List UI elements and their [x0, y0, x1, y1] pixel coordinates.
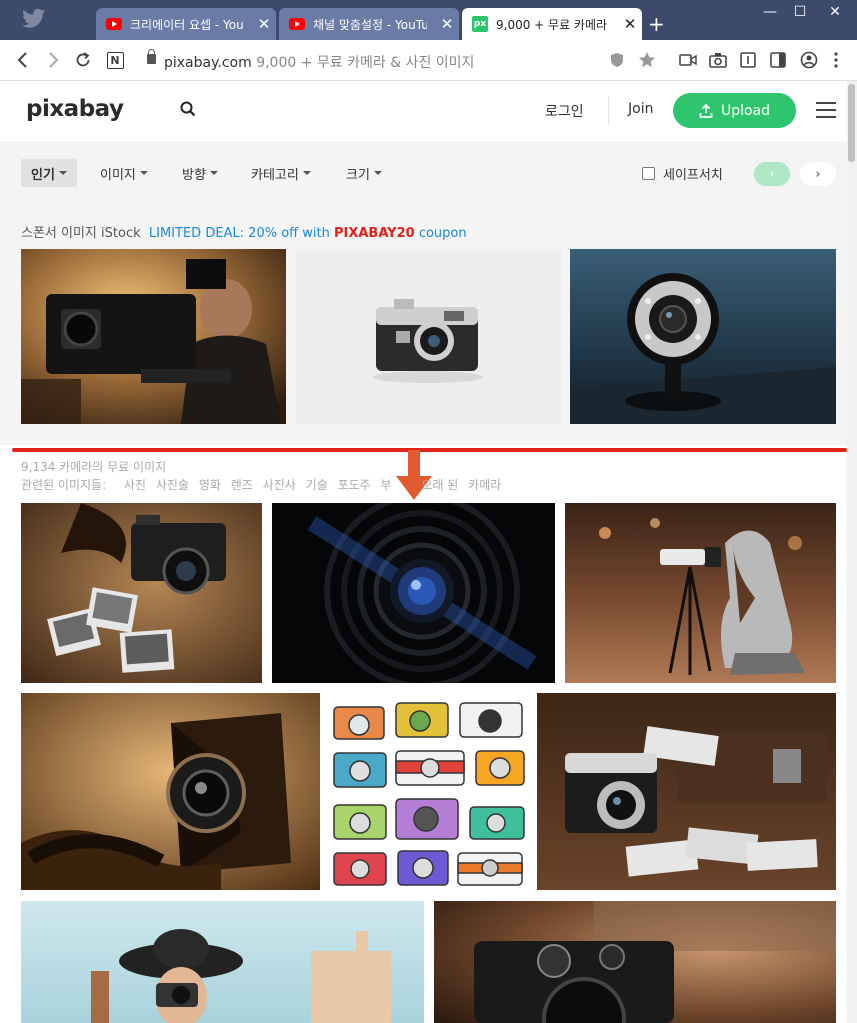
tab-title: 채널 맞춤설정 - YouTube	[313, 17, 427, 32]
related-tag[interactable]: 사진사	[263, 478, 296, 492]
related-tag[interactable]: 렌즈	[231, 478, 253, 492]
youtube-icon	[106, 18, 122, 30]
tab-creator-joseph[interactable]: 크리에이터 요셉 - YouTube ✕	[96, 8, 276, 40]
tab-title: 9,000 + 무료 카메라 & 사진 이미지	[496, 17, 610, 32]
image-girl-with-camera-tripod[interactable]	[565, 503, 836, 683]
lock-icon	[147, 49, 156, 64]
sponsor-line: 스폰서 이미지 iStock LIMITED DEAL: 20% off wit…	[21, 222, 467, 241]
join-link[interactable]: Join	[628, 101, 653, 117]
sponsor-section: 스폰서 이미지 iStock LIMITED DEAL: 20% off wit…	[0, 207, 847, 445]
sponsor-image-retro-camera[interactable]	[296, 249, 561, 424]
video-camera-icon[interactable]	[678, 50, 698, 70]
pixabay-icon: px	[472, 16, 488, 32]
search-icon[interactable]	[180, 101, 196, 117]
close-icon[interactable]: ✕	[435, 15, 459, 33]
related-tag[interactable]: 오래 된	[421, 478, 458, 492]
tab-title: 크리에이터 요셉 - YouTube	[130, 17, 244, 32]
filter-orientation[interactable]: 방향	[172, 159, 228, 187]
safe-search-checkbox[interactable]	[642, 167, 655, 180]
account-icon[interactable]	[799, 50, 819, 70]
twitter-bird-icon	[22, 9, 45, 28]
filter-size[interactable]: 크기	[336, 159, 392, 187]
image-vintage-camera-photos[interactable]	[21, 503, 262, 683]
tab-channel-customize[interactable]: 채널 맞춤설정 - YouTube ✕	[279, 8, 459, 40]
maximize-icon[interactable]: ☐	[785, 4, 815, 20]
deal-link[interactable]: LIMITED DEAL: 20% off with PIXABAY20 cou…	[149, 226, 467, 241]
filter-category[interactable]: 카테고리	[241, 159, 321, 187]
close-icon[interactable]: ✕	[618, 15, 642, 33]
upload-button[interactable]: Upload	[673, 93, 796, 128]
forward-icon[interactable]	[42, 49, 64, 71]
image-camera-dark-closeup[interactable]	[434, 901, 836, 1023]
more-menu-icon[interactable]	[826, 50, 846, 70]
image-woman-with-hat-camera[interactable]	[21, 901, 424, 1023]
site-header: pixabay 로그인 Join Upload	[0, 81, 847, 141]
chevron-down-icon	[373, 171, 382, 175]
image-camera-lens-closeup[interactable]	[272, 503, 555, 683]
chevron-down-icon	[302, 171, 311, 175]
upload-label: Upload	[720, 102, 771, 119]
filter-bar: 인기 이미지 방향 카테고리 크기 세이프서치 ‹ ›	[0, 141, 847, 207]
coupon-code: PIXABAY20	[333, 226, 415, 241]
prev-page-button[interactable]: ‹	[754, 162, 790, 186]
chevron-down-icon	[58, 171, 67, 175]
new-tab-plus-icon[interactable]: +	[648, 12, 665, 36]
browser-tab-bar: 크리에이터 요셉 - YouTube ✕ 채널 맞춤설정 - YouTube ✕…	[0, 0, 857, 40]
related-tag[interactable]: 영화	[199, 478, 221, 492]
sidebar-icon[interactable]	[768, 50, 788, 70]
filter-image-type[interactable]: 이미지	[90, 159, 158, 187]
image-antique-folding-camera[interactable]	[21, 693, 320, 890]
sponsor-label: 스폰서 이미지 iStock	[21, 226, 141, 241]
sponsor-image-cinema-camera[interactable]	[21, 249, 286, 424]
reload-icon[interactable]	[72, 49, 94, 71]
reader-icon[interactable]	[738, 50, 758, 70]
related-tags: 관련된 이미지들: 사진 사진술 영화 렌즈 사진사 기술 포도주 부 오래 된…	[21, 476, 507, 493]
youtube-icon	[289, 18, 305, 30]
next-page-button[interactable]: ›	[800, 162, 836, 186]
hamburger-menu-icon[interactable]	[816, 102, 836, 118]
safe-search-toggle[interactable]: 세이프서치	[642, 164, 723, 183]
related-tag[interactable]: 부	[381, 478, 392, 492]
image-colorful-camera-icons[interactable]	[330, 693, 527, 890]
chevron-down-icon	[209, 171, 218, 175]
upload-icon	[699, 103, 713, 118]
pixabay-logo[interactable]: pixabay	[26, 96, 124, 122]
camera-icon[interactable]	[708, 50, 728, 70]
close-icon[interactable]: ✕	[252, 15, 276, 33]
scrollbar-track[interactable]	[847, 81, 857, 1023]
naver-icon[interactable]: N	[104, 49, 126, 71]
url-field[interactable]: pixabay.com 9,000 + 무료 카메라 & 사진 이미지	[164, 52, 474, 72]
minimize-icon[interactable]: —	[755, 4, 785, 20]
shield-icon[interactable]	[607, 50, 627, 70]
related-tag[interactable]: 사진술	[156, 478, 189, 492]
image-camera-with-old-photos[interactable]	[537, 693, 836, 890]
chevron-down-icon	[139, 171, 148, 175]
related-tag[interactable]: 포도주	[338, 478, 371, 492]
login-link[interactable]: 로그인	[545, 101, 584, 121]
related-label: 관련된 이미지들:	[21, 478, 107, 492]
filter-popular[interactable]: 인기	[21, 159, 77, 187]
related-tag[interactable]: 사진	[124, 478, 146, 492]
scrollbar-thumb[interactable]	[848, 84, 855, 162]
window-close-icon[interactable]: ✕	[820, 4, 850, 20]
related-tag[interactable]: 기술	[306, 478, 328, 492]
header-divider	[608, 96, 609, 124]
result-count: 9,134 카메라의 무료 이미지	[21, 460, 167, 474]
sponsor-image-webcam[interactable]	[570, 249, 836, 424]
address-bar: N pixabay.com 9,000 + 무료 카메라 & 사진 이미지	[0, 40, 857, 81]
related-tag[interactable]: 카메라	[468, 478, 501, 492]
star-icon[interactable]	[637, 50, 657, 70]
tab-pixabay-active[interactable]: px 9,000 + 무료 카메라 & 사진 이미지 ✕	[462, 8, 642, 40]
back-icon[interactable]	[12, 49, 34, 71]
